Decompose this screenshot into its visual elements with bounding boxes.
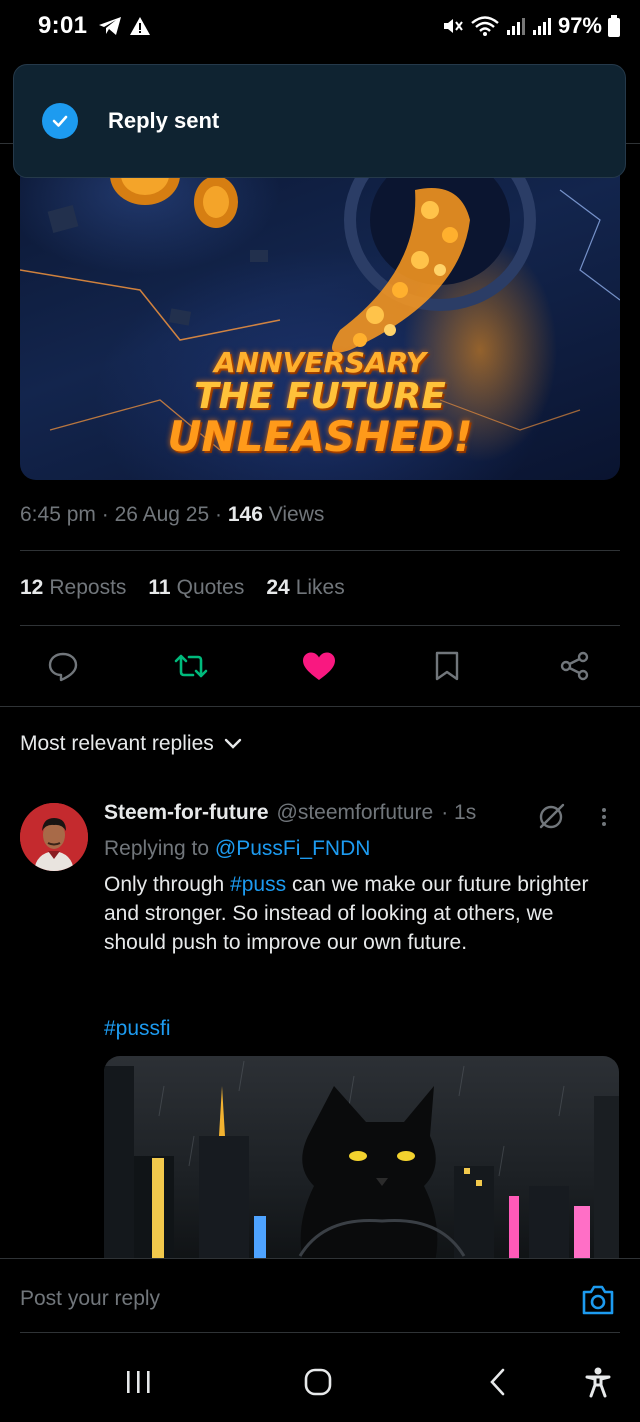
reply-sort-label: Most relevant replies: [20, 732, 214, 755]
reply-time: · 1s: [441, 801, 477, 824]
post-time: 6:45 pm: [20, 503, 96, 526]
reply-image[interactable]: [104, 1056, 619, 1266]
telegram-icon: [99, 17, 122, 35]
meta-separator: ·: [215, 503, 223, 526]
reply-input[interactable]: Post your reply: [20, 1287, 160, 1311]
views-label: Views: [268, 503, 325, 526]
avatar-image: [20, 803, 88, 871]
reposts-stat[interactable]: 12 Reposts: [20, 576, 126, 600]
like-button[interactable]: [299, 646, 339, 686]
camera-icon[interactable]: [580, 1283, 616, 1317]
system-nav-bar: [0, 1340, 640, 1422]
status-bar: 9:01 97%: [0, 0, 640, 52]
cat-city-artwork: [104, 1060, 619, 1266]
hashtag-link[interactable]: #puss: [230, 873, 286, 896]
home-button[interactable]: [296, 1360, 340, 1404]
signal-icon: [506, 18, 525, 35]
post-stats: 12 Reposts 11 Quotes 24 Likes: [20, 576, 345, 600]
divider: [20, 625, 620, 626]
post-date: 26 Aug 25: [114, 503, 210, 526]
accessibility-icon: [585, 1367, 611, 1398]
reply-sent-toast[interactable]: Reply sent: [13, 64, 626, 178]
battery-icon: [608, 15, 620, 37]
divider: [20, 550, 620, 551]
battery-percent: 97%: [557, 13, 602, 38]
status-time: 9:01: [38, 12, 88, 39]
post-image[interactable]: ANNVERSARY THE FUTURE UNLEASHED!: [20, 150, 620, 480]
accessibility-button[interactable]: [576, 1360, 620, 1404]
recent-apps-button[interactable]: [116, 1360, 160, 1404]
back-icon: [490, 1368, 505, 1396]
post-actions: [0, 640, 640, 690]
replying-to-link[interactable]: @PussFi_FNDN: [215, 837, 371, 860]
views-count: 146: [227, 503, 263, 526]
repost-button[interactable]: [171, 646, 211, 686]
reply-sort-dropdown[interactable]: Most relevant replies: [20, 732, 242, 756]
avatar[interactable]: [20, 803, 88, 871]
grok-icon[interactable]: [536, 800, 568, 832]
warning-icon: [130, 17, 151, 35]
divider: [0, 706, 640, 707]
check-icon: [42, 103, 78, 139]
hero-title-line1: ANNVERSARY: [214, 346, 426, 379]
bookmark-icon: [435, 651, 459, 681]
post-meta: 6:45 pm · 26 Aug 25 · 146 Views: [20, 503, 324, 527]
like-icon: [303, 652, 335, 680]
wifi-icon: [471, 16, 499, 36]
repost-icon: [174, 654, 208, 678]
reply-icon: [48, 652, 78, 682]
reply-author-handle[interactable]: @steemforfuture: [277, 801, 434, 825]
toast-message: Reply sent: [108, 108, 220, 133]
likes-stat[interactable]: 24 Likes: [266, 576, 344, 600]
recent-apps-icon: [127, 1371, 150, 1393]
share-icon: [560, 651, 589, 681]
hero-title-line3: UNLEASHED!: [167, 412, 473, 461]
signal-icon: [532, 18, 551, 35]
reply-header: Steem-for-future @steemforfuture · 1s: [104, 801, 476, 825]
chevron-down-icon: [224, 738, 241, 749]
reply-author-name[interactable]: Steem-for-future: [104, 801, 269, 825]
reply-text: Only through #puss can we make our futur…: [104, 873, 589, 954]
bookmark-button[interactable]: [427, 646, 467, 686]
reply-button[interactable]: [43, 646, 83, 686]
share-button[interactable]: [555, 646, 595, 686]
hashtag-link[interactable]: #pussfi: [104, 1017, 171, 1041]
replying-to: Replying to @PussFi_FNDN: [104, 837, 371, 860]
reply-composer: Post your reply: [0, 1259, 640, 1334]
back-button[interactable]: [476, 1360, 520, 1404]
meta-separator: ·: [101, 503, 109, 526]
divider: [20, 1332, 620, 1333]
mute-icon: [443, 19, 463, 33]
hero-title-line2: THE FUTURE: [194, 376, 446, 417]
quotes-stat[interactable]: 11 Quotes: [148, 576, 244, 600]
more-options-icon[interactable]: [594, 802, 614, 832]
home-icon: [304, 1368, 332, 1396]
